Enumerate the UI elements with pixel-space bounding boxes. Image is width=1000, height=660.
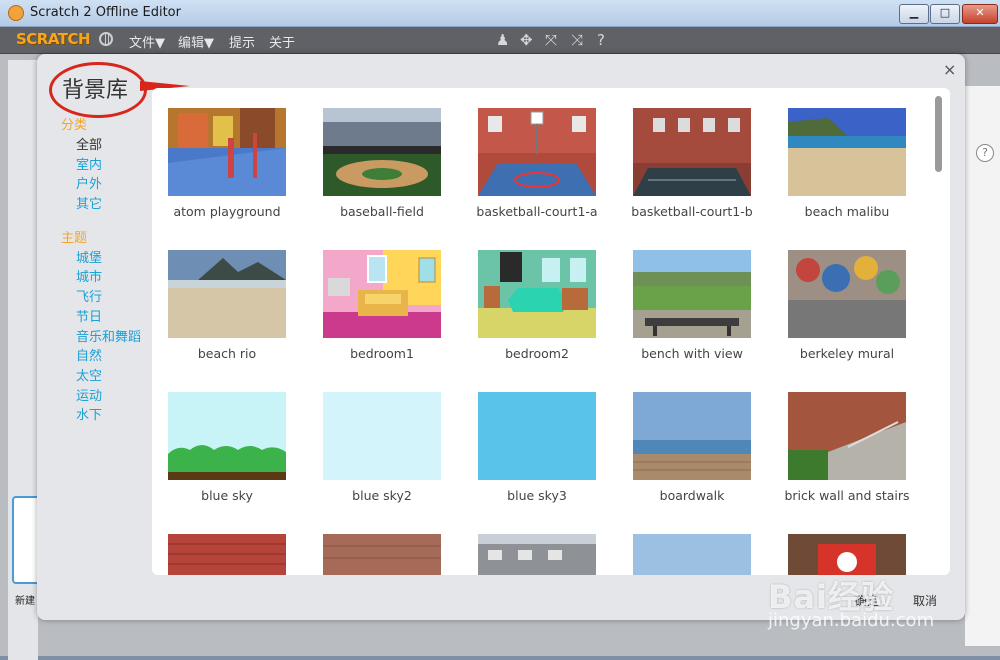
backdrop-item[interactable]: beach rio [152,250,302,361]
backdrop-name: boardwalk [659,488,725,503]
backdrop-item[interactable] [617,534,767,575]
backdrop-name: basketball-court1-a [476,204,598,219]
backdrop-thumbnail [168,250,286,338]
dialog-title: 背景库 [62,78,129,103]
backdrop-thumbnail [323,108,441,196]
backdrop-thumbnail [478,534,596,575]
grid-scrollbar-thumb[interactable] [935,96,942,172]
backdrop-item[interactable]: basketball-court1-b [617,108,767,219]
dialog-close-icon[interactable]: × [943,60,956,79]
backdrop-item[interactable]: blue sky2 [307,392,457,503]
menu-about[interactable]: 关于 [269,32,295,51]
minimize-button[interactable]: ▁ [899,4,929,24]
theme-underwater[interactable]: 水下 [61,404,161,424]
backdrop-name: bedroom2 [505,346,569,361]
backdrop-thumbnail [478,108,596,196]
theme-flying[interactable]: 飞行 [61,286,161,306]
backdrop-name: atom playground [173,204,281,219]
help-question-icon[interactable]: ? [976,144,994,162]
backdrop-thumbnail [168,534,286,575]
backdrop-name: baseball-field [340,204,424,219]
backdrop-thumbnail [633,392,751,480]
theme-castle[interactable]: 城堡 [61,247,161,267]
category-sidebar: 分类 全部 室内 户外 其它 主题 城堡 城市 飞行 节日 音乐和舞蹈 自然 太… [61,114,161,424]
menu-file[interactable]: 文件▼ [129,32,165,51]
new-sprite-label: 新建 [15,596,35,607]
backdrop-thumbnail [633,250,751,338]
backdrop-grid[interactable]: atom playground baseball-field basketbal… [152,88,950,575]
backdrop-item[interactable] [152,534,302,575]
duplicate-stamp-icon[interactable]: ♟ [496,31,509,49]
backdrop-name: bench with view [641,346,743,361]
backdrop-name: bedroom1 [350,346,414,361]
backdrop-item[interactable]: basketball-court1-a [462,108,612,219]
category-outdoors[interactable]: 户外 [61,173,161,193]
backdrop-item[interactable]: boardwalk [617,392,767,503]
scratch-menu-bar: SCRATCH 文件▼ 编辑▼ 提示 关于 ♟ ✥ ⤧ ⤨ ? [0,27,1000,54]
cancel-button[interactable]: 取消 [913,592,937,609]
backdrop-item[interactable] [307,534,457,575]
backdrop-thumbnail [788,250,906,338]
backdrop-thumbnail [478,392,596,480]
backdrop-item[interactable]: berkeley mural [772,250,922,361]
cut-scissors-icon[interactable]: ✥ [520,31,533,49]
theme-space[interactable]: 太空 [61,365,161,385]
backdrop-thumbnail [478,250,596,338]
backdrop-name: berkeley mural [799,346,895,361]
theme-heading: 主题 [61,230,88,246]
backdrop-item[interactable] [772,534,922,575]
theme-nature[interactable]: 自然 [61,345,161,365]
window-title: Scratch 2 Offline Editor [30,5,181,20]
watermark-url: jingyan.baidu.com [768,610,935,631]
scratch-logo[interactable]: SCRATCH [16,30,91,48]
backdrop-thumbnail [168,392,286,480]
backdrop-name: blue sky3 [507,488,567,503]
backdrop-thumbnail [633,534,751,575]
backdrop-name: blue sky [201,488,253,503]
backdrop-item[interactable]: blue sky3 [462,392,612,503]
backdrop-item[interactable]: bedroom1 [307,250,457,361]
backdrop-item[interactable]: atom playground [152,108,302,219]
backdrop-item[interactable] [462,534,612,575]
backdrop-item[interactable]: beach malibu [772,108,922,219]
category-all[interactable]: 全部 [61,134,161,154]
grow-icon[interactable]: ⤧ [545,31,557,49]
theme-sports[interactable]: 运动 [61,385,161,405]
theme-city[interactable]: 城市 [61,266,161,286]
backdrop-name: blue sky2 [352,488,412,503]
theme-holiday[interactable]: 节日 [61,306,161,326]
backdrop-item[interactable]: baseball-field [307,108,457,219]
backdrop-item[interactable]: blue sky [152,392,302,503]
category-other[interactable]: 其它 [61,193,161,213]
backdrop-thumbnail [323,392,441,480]
category-heading: 分类 [61,118,88,133]
backdrop-library-dialog: 背景库 × 分类 全部 室内 户外 其它 主题 城堡 城市 飞行 节日 音乐和舞… [37,54,965,620]
backdrop-thumbnail [633,108,751,196]
backdrop-name: basketball-court1-b [631,204,753,219]
shrink-icon[interactable]: ⤨ [571,31,583,49]
backdrop-name: beach rio [197,346,257,361]
backdrop-thumbnail [788,392,906,480]
close-window-button[interactable]: ✕ [962,4,998,24]
backdrop-item[interactable]: bench with view [617,250,767,361]
maximize-button[interactable]: □ [930,4,960,24]
window-title-bar: Scratch 2 Offline Editor ▁ □ ✕ [0,0,1000,27]
scratch-cat-icon [8,5,24,21]
backdrop-thumbnail [788,108,906,196]
backdrop-thumbnail [168,108,286,196]
language-globe-icon[interactable] [99,32,113,46]
block-help-icon[interactable]: ? [597,31,605,49]
backdrop-item[interactable]: bedroom2 [462,250,612,361]
menu-edit[interactable]: 编辑▼ [178,32,214,51]
backdrop-thumbnail [323,534,441,575]
backdrop-thumbnail [323,250,441,338]
menu-tips[interactable]: 提示 [229,32,255,51]
backdrop-thumbnail [788,534,906,575]
scripts-panel-edge [965,86,1000,646]
backdrop-name: brick wall and stairs [784,488,910,503]
backdrop-name: beach malibu [804,204,890,219]
category-indoors[interactable]: 室内 [61,154,161,174]
backdrop-item[interactable]: brick wall and stairs [772,392,922,503]
theme-music-dance[interactable]: 音乐和舞蹈 [61,326,161,346]
